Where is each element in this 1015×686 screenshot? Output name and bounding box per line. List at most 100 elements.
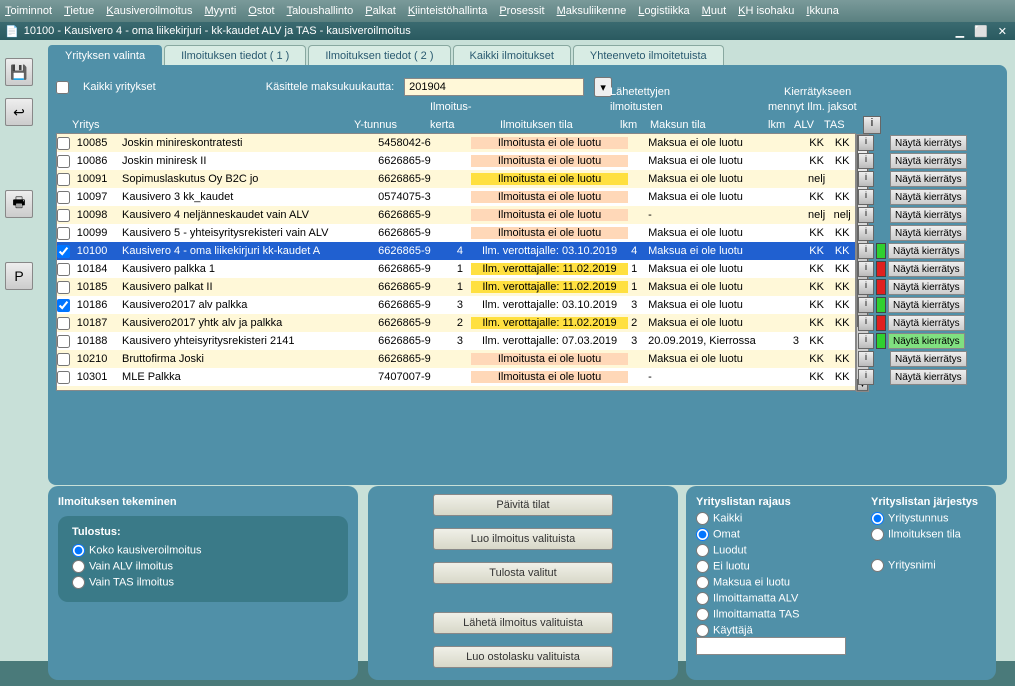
table-row[interactable]: 10184Kausivero palkka 16626865-91Ilm. ve… (57, 260, 855, 278)
row-checkbox[interactable] (57, 335, 70, 348)
info-button[interactable]: i (858, 225, 874, 241)
tab-1[interactable]: Ilmoituksen tiedot ( 1 ) (164, 45, 306, 66)
nayta-kierratys-button[interactable]: Näytä kierrätys (890, 351, 967, 367)
nayta-kierratys-button[interactable]: Näytä kierrätys (888, 315, 965, 331)
luo-ilmoitus-button[interactable]: Luo ilmoitus valituista (433, 528, 613, 550)
table-row[interactable]: 10085Joskin minireskontratesti5458042-6I… (57, 134, 855, 152)
table-row[interactable]: 10100Kausivero 4 - oma liikekirjuri kk-k… (57, 242, 855, 260)
row-checkbox[interactable] (57, 353, 70, 366)
menu-tietue[interactable]: Tietue (64, 5, 94, 17)
table-row[interactable]: 10098Kausivero 4 neljänneskaudet vain AL… (57, 206, 855, 224)
row-checkbox[interactable] (57, 209, 70, 222)
table-row[interactable]: 10086Joskin miniresk II6626865-9Ilmoitus… (57, 152, 855, 170)
rajaus-radio-3[interactable]: Ei luotu (696, 560, 841, 573)
print-radio-0[interactable]: Koko kausiveroilmoitus (72, 544, 334, 557)
info-button[interactable]: i (858, 351, 874, 367)
menu-myynti[interactable]: Myynti (204, 5, 236, 17)
month-input[interactable] (404, 78, 584, 96)
nayta-kierratys-button[interactable]: Näytä kierrätys (890, 189, 967, 205)
nayta-kierratys-button[interactable]: Näytä kierrätys (888, 261, 965, 277)
tab-4[interactable]: Yhteenveto ilmoitetuista (573, 45, 724, 66)
menu-kausiveroilmoitus[interactable]: Kausiveroilmoitus (106, 5, 192, 17)
print-radio-1[interactable]: Vain ALV ilmoitus (72, 560, 334, 573)
jarjestys-radio-0[interactable]: Yritystunnus (871, 512, 978, 525)
nayta-kierratys-button[interactable]: Näytä kierrätys (888, 333, 965, 349)
menu-muut[interactable]: Muut (702, 5, 726, 17)
tab-0[interactable]: Yrityksen valinta (48, 45, 162, 66)
minimize-icon[interactable]: ▁ (953, 25, 967, 38)
all-companies-checkbox[interactable] (56, 81, 69, 94)
row-checkbox[interactable] (57, 281, 70, 294)
info-button[interactable]: i (858, 315, 874, 331)
table-row[interactable]: 10097Kausivero 3 kk_kaudet0574075-3Ilmoi… (57, 188, 855, 206)
menu-ikkuna[interactable]: Ikkuna (806, 5, 838, 17)
table-row[interactable]: 10185Kausivero palkat II6626865-91Ilm. v… (57, 278, 855, 296)
row-checkbox[interactable] (57, 263, 70, 276)
row-checkbox[interactable] (57, 191, 70, 204)
save-icon[interactable]: 💾 (5, 58, 33, 86)
table-row[interactable]: 10210Bruttofirma Joski6626865-9Ilmoitust… (57, 350, 855, 368)
p-button[interactable]: P (5, 262, 33, 290)
info-button[interactable]: i (858, 297, 874, 313)
rajaus-radio-0[interactable]: Kaikki (696, 512, 841, 525)
print-icon[interactable]: 🖶 (5, 190, 33, 218)
nayta-kierratys-button[interactable]: Näytä kierrätys (888, 279, 965, 295)
nayta-kierratys-button[interactable]: Näytä kierrätys (890, 225, 967, 241)
row-checkbox[interactable] (57, 137, 70, 150)
rajaus-radio-4[interactable]: Maksua ei luotu (696, 576, 841, 589)
table-row[interactable]: 10187Kausivero2017 yhtk alv ja palkka662… (57, 314, 855, 332)
info-button[interactable]: i (858, 135, 874, 151)
menu-kiinteistöhallinta[interactable]: Kiinteistöhallinta (408, 5, 488, 17)
table-row[interactable]: 10188Kausivero yhteisyritysrekisteri 214… (57, 332, 855, 350)
tab-2[interactable]: Ilmoituksen tiedot ( 2 ) (308, 45, 450, 66)
kayttaja-input[interactable] (696, 637, 846, 655)
restore-icon[interactable]: ⬜ (971, 25, 991, 38)
nayta-kierratys-button[interactable]: Näytä kierrätys (890, 171, 967, 187)
menu-ostot[interactable]: Ostot (248, 5, 274, 17)
table-row[interactable]: 10099Kausivero 5 - yhteisyritysrekisteri… (57, 224, 855, 242)
nayta-kierratys-button[interactable]: Näytä kierrätys (888, 243, 965, 259)
row-checkbox[interactable] (57, 371, 70, 384)
close-icon[interactable]: ✕ (995, 25, 1010, 38)
print-radio-2[interactable]: Vain TAS ilmoitus (72, 576, 334, 589)
info-button[interactable]: i (863, 116, 881, 134)
row-checkbox[interactable] (57, 155, 70, 168)
menu-kh isohaku[interactable]: KH isohaku (738, 5, 794, 17)
info-button[interactable]: i (858, 189, 874, 205)
info-button[interactable]: i (858, 207, 874, 223)
info-button[interactable]: i (858, 153, 874, 169)
row-checkbox[interactable] (57, 245, 70, 258)
menubar[interactable]: Toiminnot Tietue Kausiveroilmoitus Myynti Os… (0, 0, 1015, 22)
luo-ostolasku-button[interactable]: Luo ostolasku valituista (433, 646, 613, 668)
menu-maksuliikenne[interactable]: Maksuliikenne (557, 5, 627, 17)
tulosta-valitut-button[interactable]: Tulosta valitut (433, 562, 613, 584)
paivita-tilat-button[interactable]: Päivitä tilat (433, 494, 613, 516)
menu-palkat[interactable]: Palkat (365, 5, 396, 17)
info-button[interactable]: i (858, 243, 874, 259)
menu-taloushallinto[interactable]: Taloushallinto (287, 5, 354, 17)
info-button[interactable]: i (858, 261, 874, 277)
rajaus-radio-6[interactable]: Ilmoittamatta TAS (696, 608, 841, 621)
rajaus-radio-1[interactable]: Omat (696, 528, 841, 541)
nayta-kierratys-button[interactable]: Näytä kierrätys (890, 369, 967, 385)
row-checkbox[interactable] (57, 299, 70, 312)
jarjestys-radio-2[interactable]: Yritysnimi (871, 559, 978, 572)
table-row[interactable]: 10186Kausivero2017 alv palkka6626865-93I… (57, 296, 855, 314)
info-button[interactable]: i (858, 369, 874, 385)
row-checkbox[interactable] (57, 173, 70, 186)
info-button[interactable]: i (858, 333, 874, 349)
tab-3[interactable]: Kaikki ilmoitukset (453, 45, 571, 66)
exit-icon[interactable]: ↩ (5, 98, 33, 126)
rajaus-radio-5[interactable]: Ilmoittamatta ALV (696, 592, 841, 605)
rajaus-radio-7[interactable]: Käyttäjä (696, 624, 841, 655)
nayta-kierratys-button[interactable]: Näytä kierrätys (888, 297, 965, 313)
rajaus-radio-2[interactable]: Luodut (696, 544, 841, 557)
menu-toiminnot[interactable]: Toiminnot (5, 5, 52, 17)
nayta-kierratys-button[interactable]: Näytä kierrätys (890, 135, 967, 151)
info-button[interactable]: i (858, 171, 874, 187)
menu-prosessit[interactable]: Prosessit (499, 5, 544, 17)
laheta-ilmoitus-button[interactable]: Lähetä ilmoitus valituista (433, 612, 613, 634)
row-checkbox[interactable] (57, 227, 70, 240)
info-button[interactable]: i (858, 279, 874, 295)
menu-logistiikka[interactable]: Logistiikka (638, 5, 689, 17)
